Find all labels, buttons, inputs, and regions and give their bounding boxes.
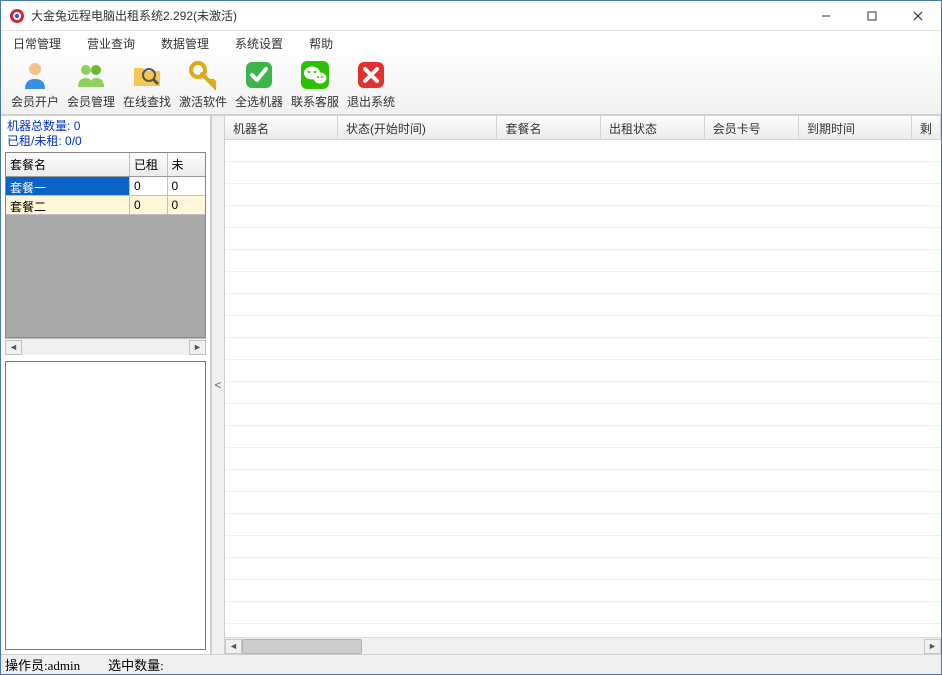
titlebar: 大金兔远程电脑出租系统2.292(未激活) (1, 1, 941, 31)
table-row[interactable] (225, 470, 941, 492)
menu-system[interactable]: 系统设置 (231, 33, 287, 54)
wechat-icon (299, 59, 331, 91)
scroll-thumb[interactable] (242, 639, 362, 654)
plan-grid-hscroll[interactable]: ◄ ► (5, 338, 206, 355)
table-row[interactable] (225, 492, 941, 514)
key-icon (187, 59, 219, 91)
table-row[interactable] (225, 624, 941, 637)
main-col-header[interactable]: 状态(开始时间) (338, 116, 498, 139)
table-row[interactable] (225, 206, 941, 228)
menubar: 日常管理 营业查询 数据管理 系统设置 帮助 (1, 31, 941, 55)
exit-icon (355, 59, 387, 91)
table-row[interactable] (225, 580, 941, 602)
member-manage-button[interactable]: 会员管理 (63, 57, 119, 113)
window-title: 大金兔远程电脑出租系统2.292(未激活) (31, 7, 803, 24)
main-grid[interactable]: 机器名状态(开始时间)套餐名出租状态会员卡号到期时间剩 ◄ ► (225, 116, 941, 654)
plan-row[interactable]: 套餐二 0 0 (6, 196, 205, 215)
toolbar: 会员开户 会员管理 在线查找 激活软件 全选机器 联系客服 退出系统 (1, 55, 941, 115)
plan-col-rented[interactable]: 已租 (130, 153, 168, 176)
search-folder-icon (131, 59, 163, 91)
main-col-header[interactable]: 会员卡号 (705, 116, 799, 139)
plan-col-unrented[interactable]: 未 (168, 153, 205, 176)
table-row[interactable] (225, 316, 941, 338)
table-row[interactable] (225, 140, 941, 162)
menu-business[interactable]: 营业查询 (83, 33, 139, 54)
chevron-left-icon: < (214, 378, 221, 392)
right-panel: 机器名状态(开始时间)套餐名出租状态会员卡号到期时间剩 ◄ ► (225, 116, 941, 654)
scroll-right-icon[interactable]: ► (189, 340, 206, 355)
online-search-button[interactable]: 在线查找 (119, 57, 175, 113)
table-row[interactable] (225, 228, 941, 250)
rent-stat-label: 已租/未租: (7, 134, 62, 148)
app-icon (9, 8, 25, 24)
table-row[interactable] (225, 184, 941, 206)
status-operator: 操作员:admin (5, 655, 80, 674)
plan-row[interactable]: 套餐一 0 0 (6, 177, 205, 196)
table-row[interactable] (225, 404, 941, 426)
people-icon (75, 59, 107, 91)
rent-stat-value: 0/0 (65, 134, 82, 148)
machine-total-label: 机器总数量: (7, 119, 70, 133)
table-row[interactable] (225, 426, 941, 448)
table-row[interactable] (225, 536, 941, 558)
main-col-header[interactable]: 出租状态 (601, 116, 705, 139)
menu-help[interactable]: 帮助 (305, 33, 337, 54)
main-grid-body (225, 140, 941, 637)
person-icon (19, 59, 51, 91)
table-row[interactable] (225, 338, 941, 360)
check-icon (243, 59, 275, 91)
scroll-left-icon[interactable]: ◄ (225, 639, 242, 654)
machine-total-value: 0 (74, 119, 81, 133)
table-row[interactable] (225, 448, 941, 470)
maximize-button[interactable] (849, 1, 895, 31)
table-row[interactable] (225, 602, 941, 624)
contact-cs-button[interactable]: 联系客服 (287, 57, 343, 113)
plan-col-name[interactable]: 套餐名 (6, 153, 130, 176)
statusbar: 操作员:admin 选中数量: (1, 654, 941, 674)
menu-data[interactable]: 数据管理 (157, 33, 213, 54)
main-grid-hscroll[interactable]: ◄ ► (225, 637, 941, 654)
table-row[interactable] (225, 294, 941, 316)
main-col-header[interactable]: 剩 (912, 116, 941, 139)
main-col-header[interactable]: 套餐名 (497, 116, 601, 139)
log-textarea[interactable] (5, 361, 206, 650)
exit-sys-button[interactable]: 退出系统 (343, 57, 399, 113)
minimize-button[interactable] (803, 1, 849, 31)
left-panel: 机器总数量: 0 已租/未租: 0/0 套餐名 已租 未 套餐一 0 0 套餐 (1, 116, 211, 654)
main-col-header[interactable]: 机器名 (225, 116, 338, 139)
select-all-button[interactable]: 全选机器 (231, 57, 287, 113)
table-row[interactable] (225, 360, 941, 382)
scroll-right-icon[interactable]: ► (924, 639, 941, 654)
table-row[interactable] (225, 558, 941, 580)
close-button[interactable] (895, 1, 941, 31)
table-row[interactable] (225, 514, 941, 536)
activate-soft-button[interactable]: 激活软件 (175, 57, 231, 113)
table-row[interactable] (225, 272, 941, 294)
content-area: 机器总数量: 0 已租/未租: 0/0 套餐名 已租 未 套餐一 0 0 套餐 (1, 115, 941, 654)
table-row[interactable] (225, 382, 941, 404)
splitter-handle[interactable]: < (211, 116, 225, 654)
plan-grid[interactable]: 套餐名 已租 未 套餐一 0 0 套餐二 0 0 (5, 152, 206, 338)
menu-daily[interactable]: 日常管理 (9, 33, 65, 54)
window-controls (803, 1, 941, 31)
stats-block: 机器总数量: 0 已租/未租: 0/0 (1, 116, 210, 152)
scroll-left-icon[interactable]: ◄ (5, 340, 22, 355)
plan-grid-header: 套餐名 已租 未 (6, 153, 205, 177)
status-selected: 选中数量: (108, 655, 164, 674)
table-row[interactable] (225, 162, 941, 184)
table-row[interactable] (225, 250, 941, 272)
main-grid-header: 机器名状态(开始时间)套餐名出租状态会员卡号到期时间剩 (225, 116, 941, 140)
member-open-button[interactable]: 会员开户 (7, 57, 63, 113)
plan-grid-body: 套餐一 0 0 套餐二 0 0 (6, 177, 205, 337)
main-col-header[interactable]: 到期时间 (799, 116, 912, 139)
app-window: 大金兔远程电脑出租系统2.292(未激活) 日常管理 营业查询 数据管理 系统设… (0, 0, 942, 675)
